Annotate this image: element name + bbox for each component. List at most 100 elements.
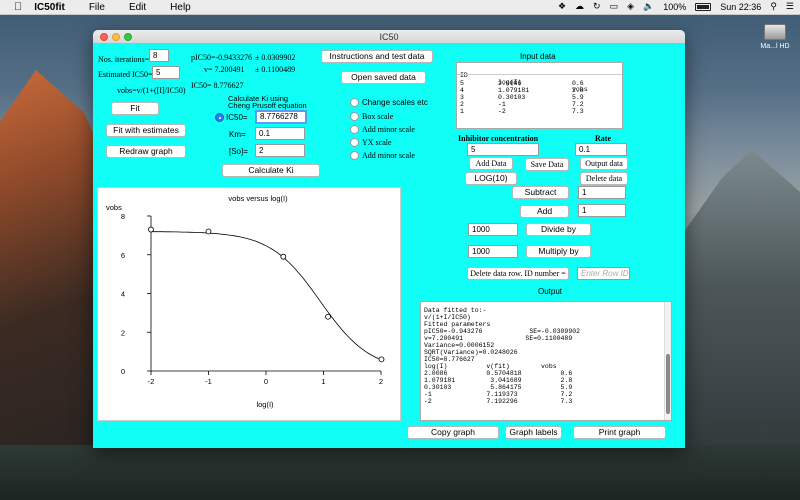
open-saved-data-button[interactable]: Open saved data xyxy=(341,71,426,84)
apple-icon[interactable]:  xyxy=(14,1,22,13)
nos-iterations-input[interactable]: 8 xyxy=(149,49,169,62)
scrollbar-thumb[interactable] xyxy=(666,354,670,414)
minimize-button[interactable] xyxy=(112,33,120,41)
output-line: pIC50=-0.943276 SE=-0.0309902 xyxy=(424,328,581,335)
multiply-by-button[interactable]: Multiply by xyxy=(526,245,591,258)
x-tick-label: 1 xyxy=(321,377,325,386)
v-text: v= 7.200491 xyxy=(204,65,245,74)
km-input[interactable]: 0.1 xyxy=(255,127,305,140)
chart-ylabel: vobs xyxy=(106,203,122,212)
table-cell: 2.8 xyxy=(572,87,584,94)
add-minor-scale-2-label: Add minor scale xyxy=(362,151,415,160)
menu-help[interactable]: Help xyxy=(170,2,191,13)
table-cell: 0.6 xyxy=(572,80,584,87)
add-minor-scale-2-radio[interactable] xyxy=(350,151,359,160)
y-tick-label: 8 xyxy=(121,212,125,221)
output-data-button[interactable]: Output data xyxy=(580,157,628,170)
x-tick-label: -2 xyxy=(148,377,155,386)
so-label: [So]= xyxy=(229,147,248,156)
volume-icon[interactable]: 🔈 xyxy=(643,1,654,12)
est-ic50-input[interactable]: 5 xyxy=(152,66,180,79)
subtract-button[interactable]: Subtract xyxy=(512,186,569,199)
output-line: Fitted parameters xyxy=(424,321,491,328)
add-button[interactable]: Add xyxy=(520,205,569,218)
x-tick-label: 0 xyxy=(264,377,268,386)
copy-graph-button[interactable]: Copy graph xyxy=(407,426,499,439)
table-cell: -1 xyxy=(498,101,506,108)
output-panel[interactable]: Data fitted to:- v/(1+I/IC50) Fitted param… xyxy=(420,301,672,421)
divide-input[interactable]: 1000 xyxy=(468,223,518,236)
wifi-icon[interactable]: ◈ xyxy=(627,1,634,12)
sync-icon[interactable]: ↻ xyxy=(593,1,601,12)
table-cell: 7.3 xyxy=(572,108,584,115)
yx-scale-radio[interactable] xyxy=(350,138,359,147)
delete-data-button[interactable]: Delete data xyxy=(580,172,628,185)
dropbox-icon[interactable]: ❖ xyxy=(558,1,566,12)
change-scales-radio[interactable] xyxy=(350,98,359,107)
so-input[interactable]: 2 xyxy=(255,144,305,157)
log10-button[interactable]: LOG(10) xyxy=(465,172,517,185)
divide-by-button[interactable]: Divide by xyxy=(526,223,591,236)
battery-percent: 100% xyxy=(663,1,687,12)
add-minor-scale-radio[interactable] xyxy=(350,125,359,134)
delete-row-button[interactable]: Delete data row. ID number = xyxy=(467,267,569,280)
multiply-input[interactable]: 1000 xyxy=(468,245,518,258)
close-button[interactable] xyxy=(100,33,108,41)
inhibitor-input[interactable]: 5 xyxy=(467,143,539,156)
add-data-button[interactable]: Add Data xyxy=(469,157,513,170)
chart-panel: vobs versus log(I) vobs log(I) -2 -1 0 1 2 0 2… xyxy=(97,187,401,421)
cloud-icon[interactable]: ☁ xyxy=(575,1,584,12)
list-icon[interactable]: ☰ xyxy=(786,1,794,12)
input-data-table[interactable]: ID log(I) vobs 5 2.0086 0.6 4 1.079181 2.8 3 0.… xyxy=(456,62,623,129)
desktop-disk[interactable]: Ma...l HD xyxy=(755,24,795,50)
window-titlebar[interactable]: IC50 xyxy=(93,30,685,44)
km-label: Km= xyxy=(229,130,246,139)
calculate-ki-button[interactable]: Calculate Ki xyxy=(222,164,320,177)
menu-edit[interactable]: Edit xyxy=(129,2,146,13)
output-line: Data fitted to:- xyxy=(424,307,487,314)
subtract-value-input[interactable]: 1 xyxy=(578,186,626,199)
menu-file[interactable]: File xyxy=(89,2,105,13)
menu-app-name[interactable]: IC50fit xyxy=(34,2,65,13)
cast-icon[interactable]: ▭ xyxy=(610,1,619,12)
data-point xyxy=(325,313,331,320)
ic50-radio[interactable] xyxy=(215,113,224,122)
print-graph-button[interactable]: Print graph xyxy=(573,426,666,439)
table-cell: 1 xyxy=(460,108,464,115)
output-title: Output xyxy=(538,287,563,296)
save-data-button[interactable]: Save Data xyxy=(525,158,569,171)
output-scrollbar[interactable] xyxy=(664,302,671,420)
add-minor-scale-label: Add minor scale xyxy=(362,125,415,134)
data-point xyxy=(378,356,385,363)
est-ic50-label: Estimated IC50= xyxy=(98,70,153,79)
redraw-graph-button[interactable]: Redraw graph xyxy=(106,145,186,158)
output-line: IC50=8.776627 xyxy=(424,356,475,363)
rate-label: Rate xyxy=(595,134,611,143)
search-icon[interactable]: ⚲ xyxy=(770,1,777,12)
ic50-text: IC50= 8.776627 xyxy=(191,81,244,90)
row-id-input[interactable]: Enter Row ID xyxy=(577,267,630,280)
ic50-window: IC50 Nos. iterations= 8 Estimated IC50= … xyxy=(93,30,685,448)
output-line: v/(1+I/IC50) xyxy=(424,314,471,321)
pic50-se: ± 0.0309902 xyxy=(255,53,296,62)
calc-ki-heading-2: Cheng Prusoff equation xyxy=(228,101,307,110)
v-se: ± 0.1100489 xyxy=(255,65,296,74)
graph-labels-button[interactable]: Graph labels xyxy=(505,426,562,439)
table-header: ID log(I) vobs xyxy=(460,65,620,100)
data-point xyxy=(280,253,287,260)
instructions-button[interactable]: Instructions and test data xyxy=(321,50,433,63)
ic50-input[interactable]: 8.7766278 xyxy=(255,110,307,124)
battery-icon[interactable] xyxy=(695,2,712,11)
output-line: 0.30103 5.864175 5.9 xyxy=(424,384,573,391)
add-value-input[interactable]: 1 xyxy=(578,204,626,217)
table-cell: 3 xyxy=(460,94,464,101)
data-point xyxy=(148,226,154,233)
table-cell: 4 xyxy=(460,87,464,94)
fit-button[interactable]: Fit xyxy=(111,102,159,115)
output-line: v=7.200491 SE=0.1100489 xyxy=(424,335,573,342)
zoom-button[interactable] xyxy=(124,33,132,41)
clock[interactable]: Sun 22:36 xyxy=(720,2,761,12)
rate-input[interactable]: 0.1 xyxy=(575,143,627,156)
box-scale-radio[interactable] xyxy=(350,112,359,121)
fit-with-estimates-button[interactable]: Fit with estimates xyxy=(106,124,186,137)
